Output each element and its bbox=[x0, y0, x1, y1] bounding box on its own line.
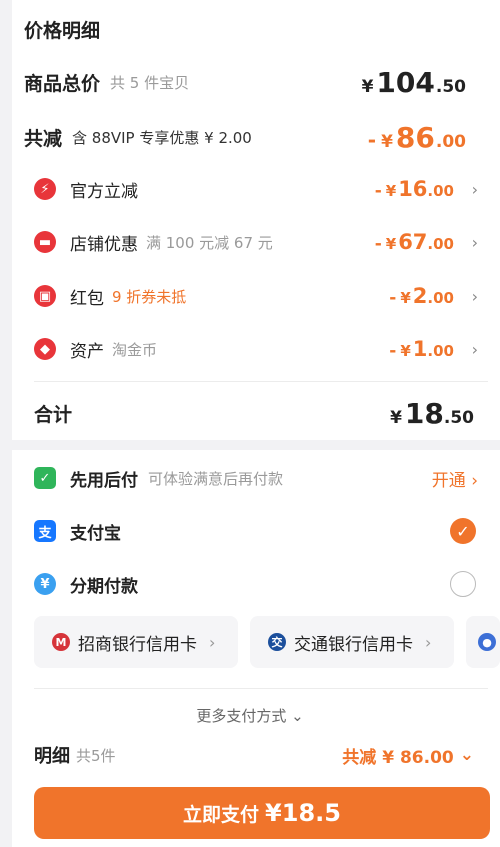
detail-name: 店铺优惠 bbox=[70, 234, 138, 255]
amount-integer: 18 bbox=[404, 397, 444, 430]
detail-amount: - ¥ 67 .00 bbox=[375, 230, 454, 254]
amount-integer: 16 bbox=[398, 177, 428, 201]
currency-symbol: ¥ bbox=[385, 235, 397, 253]
pay-later-desc: 可体验满意后再付款 bbox=[148, 469, 284, 488]
installment-icon: ¥ bbox=[34, 573, 56, 595]
minus-sign: - bbox=[389, 288, 397, 308]
bank-icon: ● bbox=[478, 633, 496, 651]
amount-decimal: .00 bbox=[427, 342, 454, 360]
amount-decimal: .00 bbox=[427, 289, 454, 307]
minus-sign: - bbox=[367, 127, 377, 152]
amount-integer: 104 bbox=[376, 65, 435, 99]
pay-later-icon: ✓ bbox=[34, 467, 56, 489]
chevron-right-icon: › bbox=[471, 339, 478, 359]
more-payment-methods[interactable]: 更多支付方式 ⌄ bbox=[0, 705, 500, 726]
amount-decimal: .00 bbox=[427, 235, 454, 253]
detail-name: 红包 bbox=[70, 288, 104, 309]
bolt-icon: ⚡ bbox=[34, 178, 56, 200]
currency-symbol: ¥ bbox=[390, 408, 402, 428]
total-label: 合计 bbox=[34, 404, 73, 426]
goods-count: 共 5 件宝贝 bbox=[110, 73, 190, 92]
chevron-right-icon: › bbox=[471, 179, 478, 199]
detail-name: 官方立减 bbox=[70, 181, 138, 202]
pay-later-row[interactable]: ✓ 先用后付 可体验满意后再付款 开通 › bbox=[34, 460, 488, 496]
alipay-name: 支付宝 bbox=[70, 523, 121, 544]
chevron-right-icon: › bbox=[471, 232, 478, 252]
detail-amount: - ¥ 1 .00 bbox=[389, 337, 454, 361]
pay-button-amount: ¥18.5 bbox=[265, 799, 341, 827]
radio-unchecked-icon[interactable] bbox=[450, 571, 476, 597]
amount-integer: 1 bbox=[412, 337, 428, 361]
summary-discount: 共减 ¥ 86.00 ⌄ bbox=[342, 743, 474, 768]
minus-sign: - bbox=[374, 234, 382, 254]
divider bbox=[34, 381, 488, 382]
currency-symbol: ¥ bbox=[385, 182, 397, 200]
detail-red-packet[interactable]: ▣ 红包 9 折券未抵 - ¥ 2 .00 › bbox=[34, 278, 488, 314]
summary-title: 明细 bbox=[34, 746, 70, 767]
summary-row[interactable]: 明细 共5件 共减 ¥ 86.00 ⌄ bbox=[34, 740, 486, 770]
detail-desc: 淘金币 bbox=[112, 340, 158, 359]
expand-icon[interactable]: ⌄ bbox=[460, 745, 474, 765]
card-name: 招商银行信用卡 bbox=[78, 634, 197, 655]
pay-later-name: 先用后付 bbox=[70, 470, 138, 491]
detail-shop-discount[interactable]: ▬ 店铺优惠 满 100 元减 67 元 - ¥ 67 .00 › bbox=[34, 224, 488, 260]
installment-row[interactable]: ¥ 分期付款 bbox=[34, 566, 488, 602]
amount-integer: 2 bbox=[412, 284, 428, 308]
alipay-row[interactable]: 支 支付宝 ✓ bbox=[34, 513, 488, 549]
enable-link[interactable]: 开通 › bbox=[432, 466, 478, 491]
amount-decimal: .00 bbox=[435, 131, 466, 152]
price-detail-title: 价格明细 bbox=[24, 20, 101, 42]
detail-desc: 满 100 元减 67 元 bbox=[146, 233, 273, 252]
pay-button-label: 立即支付 bbox=[183, 803, 260, 826]
chevron-right-icon: › bbox=[471, 286, 478, 306]
shop-icon: ▬ bbox=[34, 231, 56, 253]
amount-integer: 86 bbox=[395, 120, 435, 154]
chevron-right-icon: › bbox=[425, 632, 432, 652]
red-packet-icon: ▣ bbox=[34, 285, 56, 307]
amount-decimal: .00 bbox=[427, 182, 454, 200]
detail-amount: - ¥ 16 .00 bbox=[375, 177, 454, 201]
vip-discount-note: 含 88VIP 专享优惠 ¥ 2.00 bbox=[72, 128, 252, 147]
amount-integer: 67 bbox=[398, 230, 428, 254]
goods-total-label: 商品总价 bbox=[24, 72, 101, 95]
alipay-icon: 支 bbox=[34, 520, 56, 542]
summary-discount-text: 共减 ¥ 86.00 bbox=[342, 747, 454, 768]
pay-now-button[interactable]: 立即支付 ¥18.5 bbox=[34, 787, 490, 839]
more-card-chip[interactable]: ● bbox=[466, 616, 500, 668]
summary-count: 共5件 bbox=[76, 746, 116, 765]
total-amount: ¥ 18 .50 bbox=[390, 397, 474, 430]
currency-symbol: ¥ bbox=[400, 289, 411, 307]
detail-desc: 9 折券未抵 bbox=[112, 287, 187, 306]
cmb-credit-card-chip[interactable]: M 招商银行信用卡 › bbox=[34, 616, 238, 668]
bocom-credit-card-chip[interactable]: 交 交通银行信用卡 › bbox=[250, 616, 454, 668]
currency-symbol: ¥ bbox=[361, 76, 374, 97]
goods-total-row: 商品总价 共 5 件宝贝 ¥ 104 .50 bbox=[24, 62, 488, 102]
coin-tag-icon: ◆ bbox=[34, 338, 56, 360]
minus-sign: - bbox=[374, 181, 382, 201]
currency-symbol: ¥ bbox=[400, 342, 411, 360]
detail-official-discount[interactable]: ⚡ 官方立减 - ¥ 16 .00 › bbox=[34, 171, 488, 207]
currency-symbol: ¥ bbox=[381, 131, 393, 152]
discount-total-label: 共减 bbox=[24, 127, 63, 150]
cmb-bank-icon: M bbox=[52, 633, 70, 651]
radio-checked-icon[interactable]: ✓ bbox=[450, 518, 476, 544]
chevron-right-icon: › bbox=[209, 632, 216, 652]
detail-amount: - ¥ 2 .00 bbox=[389, 284, 454, 308]
discount-total-amount: - ¥ 86 .00 bbox=[368, 121, 466, 154]
goods-total-amount: ¥ 104 .50 bbox=[362, 66, 466, 99]
amount-decimal: .50 bbox=[435, 76, 466, 97]
divider bbox=[34, 688, 488, 689]
amount-decimal: .50 bbox=[443, 408, 474, 428]
discount-total-row: 共减 含 88VIP 专享优惠 ¥ 2.00 - ¥ 86 .00 bbox=[24, 117, 488, 157]
minus-sign: - bbox=[389, 341, 397, 361]
bocom-bank-icon: 交 bbox=[268, 633, 286, 651]
detail-name: 资产 bbox=[70, 341, 104, 362]
detail-assets[interactable]: ◆ 资产 淘金币 - ¥ 1 .00 › bbox=[34, 331, 488, 367]
card-name: 交通银行信用卡 bbox=[294, 634, 413, 655]
installment-name: 分期付款 bbox=[70, 576, 138, 597]
